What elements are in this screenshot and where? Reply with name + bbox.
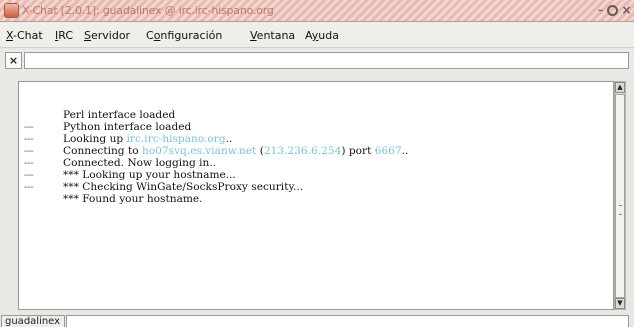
- server-ip: 213.236.6.254: [263, 145, 342, 157]
- close-window-button[interactable]: ×: [620, 4, 633, 17]
- log-line: --- *** Checking WinGate/SocksProxy secu…: [24, 169, 304, 193]
- log-line: --- *** Looking up your hostname...: [24, 157, 236, 181]
- menu-irc[interactable]: IRC: [55, 29, 73, 42]
- title-bar[interactable]: X-Chat [2.0.1]: guadalinex @ irc.irc-his…: [0, 0, 634, 22]
- window-title: X-Chat [2.0.1]: guadalinex @ irc.irc-his…: [22, 4, 274, 17]
- log-line: Perl interface loaded: [63, 109, 176, 121]
- log-line: --- Connecting to ho07svq.es.vianw.net (…: [24, 133, 409, 157]
- scroll-down-arrow-icon[interactable]: ▼: [615, 298, 625, 309]
- minimize-button[interactable]: –: [594, 4, 607, 17]
- menu-xchat[interactable]: X-Chat: [6, 29, 43, 42]
- server-port: 6667: [374, 145, 402, 157]
- topic-row: ×: [0, 49, 634, 73]
- menu-bar: X-Chat IRC Servidor Configuración Ventan…: [0, 22, 634, 48]
- chat-text-area[interactable]: Perl interface loaded Python interface l…: [18, 81, 614, 310]
- xchat-app-icon[interactable]: [4, 3, 19, 18]
- server-hostname: irc.irc-hispano.org: [126, 133, 226, 145]
- maximize-button[interactable]: [607, 5, 618, 16]
- log-line: Python interface loaded: [63, 121, 192, 133]
- server-host: ho07svq.es.vianw.net: [141, 145, 257, 157]
- menu-ayuda[interactable]: Ayuda: [305, 29, 339, 42]
- scroll-thumb[interactable]: [615, 94, 625, 298]
- message-input[interactable]: [66, 315, 629, 327]
- close-tab-button[interactable]: ×: [5, 52, 22, 69]
- menu-ventana[interactable]: Ventana: [250, 29, 295, 42]
- nick-button[interactable]: guadalinex: [1, 315, 65, 327]
- log-line: --- *** Found your hostname.: [24, 181, 203, 205]
- log-line: --- Connected. Now logging in..: [24, 145, 217, 169]
- log-line: --- Looking up irc.irc-hispano.org..: [24, 121, 233, 145]
- scroll-grip-icon: [619, 205, 622, 215]
- chat-scrollbar[interactable]: ▲ ▼: [614, 81, 626, 310]
- scroll-up-arrow-icon[interactable]: ▲: [615, 82, 625, 93]
- menu-configuracion[interactable]: Configuración: [146, 29, 222, 42]
- menu-servidor[interactable]: Servidor: [84, 29, 130, 42]
- topic-input[interactable]: [24, 52, 629, 69]
